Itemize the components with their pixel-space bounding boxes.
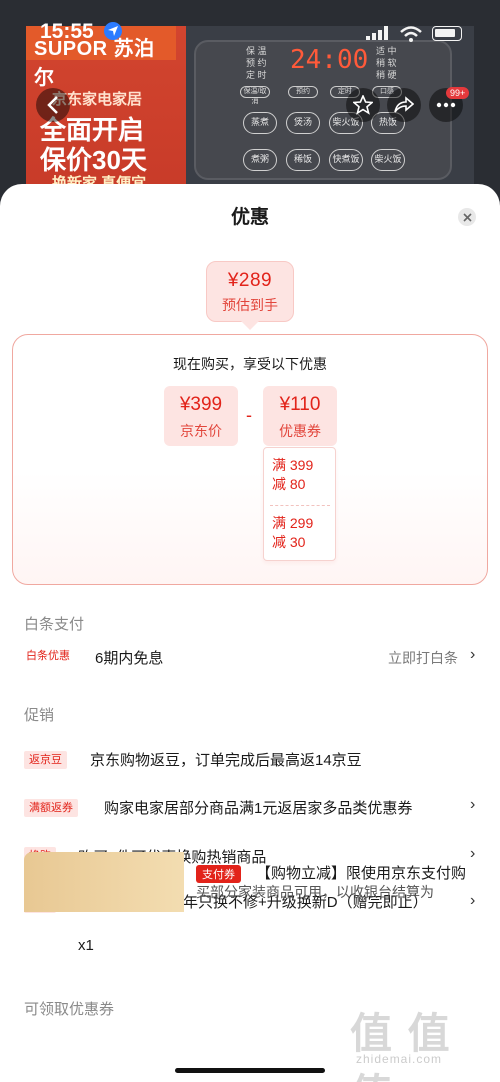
jd-price: ¥399 [179,394,223,415]
baitiao-header: 白条支付 [24,616,85,633]
coupon-value-box: ¥110 优惠券 [263,386,337,446]
promo-text[interactable]: 购家电家居部分商品满1元返居家多品类优惠券 [104,797,412,818]
panel-small-button: 预约 [288,86,318,98]
more-icon [436,102,456,108]
watermark: 值 值 值 [350,1010,452,1082]
baitiao-link[interactable]: 立即打白条 [388,648,458,668]
chevron-right-icon[interactable]: › [470,646,475,664]
panel-button: 稀饭 [286,149,320,171]
close-button[interactable] [458,208,476,226]
close-icon [462,212,472,222]
chevron-left-icon [47,96,58,114]
final-price-label: 预估到手 [222,297,278,313]
watermark-url: zhidemai.com [356,1052,443,1066]
discount-sheet: 优惠 ¥289 预估到手 现在购买，享受以下优惠 ¥399 京东价 - ¥110… [0,184,500,1082]
minus-sign: - [246,405,252,425]
cart-badge: 99+ [446,87,470,99]
coupon-desc: 买部分家装商品可用，以收银台结算为 [196,884,434,900]
favorite-button[interactable] [346,88,380,122]
promo-text: 京东购物返豆，订单完成后最高返14京豆 [90,752,362,769]
panel-button: 煲汤 [286,112,320,134]
share-icon [394,96,414,113]
back-button[interactable] [36,88,70,122]
coupon-tag: 支付券 [196,865,241,883]
baitiao-tag: 白条优惠 [26,650,70,662]
final-price: ¥289 [227,270,273,291]
panel-button: 柴火饭 [371,149,405,171]
signal-icon [366,26,388,45]
share-button[interactable] [387,88,421,122]
tier-discount: 减 80 [272,476,306,492]
panel-label: 适 中 [376,46,397,56]
home-indicator [175,1068,325,1073]
coupons-header: 可领取优惠券 [24,1001,115,1018]
wifi-icon [400,26,422,47]
panel-button: 蒸煮 [243,112,277,134]
promo-header: 促销 [24,707,55,724]
coupon-image[interactable] [24,852,184,912]
star-icon [353,95,373,115]
promo-tag: 返京豆 [24,751,67,769]
panel-label: 保 温 [246,46,267,56]
sheet-title: 优惠 [230,207,269,228]
promo-tag: 满额返券 [24,799,78,817]
coupon-value-label: 优惠券 [279,423,321,439]
panel-label: 定 时 [246,70,267,80]
final-price-box: ¥289 预估到手 [206,261,294,322]
tier-discount: 减 30 [272,534,306,550]
chevron-right-icon[interactable]: › [470,892,475,910]
promo-quantity: x1 [78,937,94,954]
panel-button: 快煮饭 [329,149,363,171]
tier-threshold: 满 299 [272,515,314,531]
tier-threshold: 满 399 [272,457,314,473]
tier-divider [270,505,330,506]
jd-price-box: ¥399 京东价 [164,386,238,446]
battery-icon [432,26,462,41]
coupon-value: ¥110 [279,394,321,415]
chevron-right-icon[interactable]: › [470,796,475,814]
panel-label: 稍 硬 [376,70,397,80]
panel-label: 稍 软 [376,58,397,68]
panel-time-display: 24:00 [290,45,369,75]
price-breakdown: 现在购买，享受以下优惠 ¥399 京东价 - ¥110 优惠券 满 399 减 … [12,334,488,585]
location-icon [104,22,122,40]
pointer-arrow [241,321,259,330]
status-time: 15:55 [40,20,94,43]
chevron-right-icon[interactable]: › [470,845,475,863]
coupon-tiers: 满 399 减 80 满 299 减 30 [263,447,336,561]
coupon-title[interactable]: 【购物立减】限使用京东支付购 [256,862,466,883]
panel-button: 煮粥 [243,149,277,171]
panel-label: 预 约 [246,58,267,68]
panel-small-button: 保温/取消 [240,86,270,105]
baitiao-text: 6期内免息 [95,650,164,667]
breakdown-title: 现在购买，享受以下优惠 [173,356,327,372]
jd-price-label: 京东价 [180,423,222,439]
